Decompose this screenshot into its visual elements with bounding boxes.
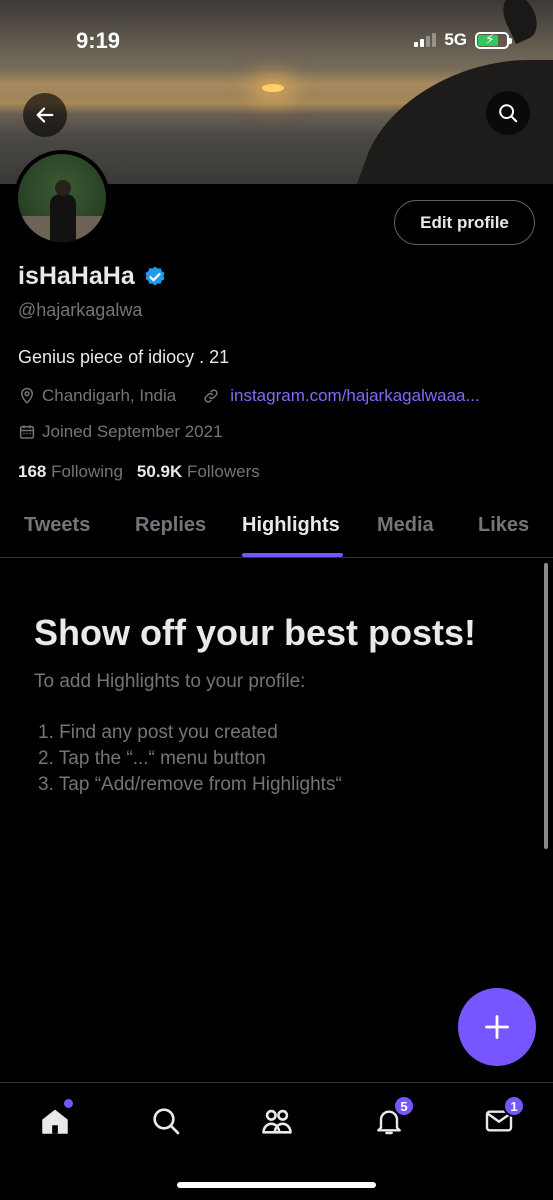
location-text: Chandigarh, India xyxy=(42,386,177,405)
step-item: 3. Tap “Add/remove from Highlights“ xyxy=(38,774,342,795)
arrow-left-icon xyxy=(36,107,54,123)
nav-notifications[interactable]: 5 xyxy=(369,1095,415,1141)
bio: Genius piece of idiocy . 21 xyxy=(18,347,230,367)
joined-text: Joined September 2021 xyxy=(42,422,223,441)
nav-search[interactable] xyxy=(146,1101,186,1141)
nav-messages[interactable]: 1 xyxy=(479,1095,525,1141)
tab-tweets[interactable]: Tweets xyxy=(24,514,90,537)
nav-communities[interactable] xyxy=(257,1101,297,1141)
avatar[interactable] xyxy=(14,150,110,246)
home-icon xyxy=(42,1109,68,1134)
empty-state-title: Show off your best posts! xyxy=(34,612,477,653)
messages-badge: 1 xyxy=(503,1095,525,1117)
display-name: isHaHaHa xyxy=(18,262,135,290)
status-time: 9:19 xyxy=(76,28,121,53)
link-icon xyxy=(204,389,218,403)
signal-icon xyxy=(414,33,437,47)
tab-highlights[interactable]: Highlights xyxy=(242,514,340,537)
following-label: Following xyxy=(51,462,123,481)
meta-row-location: Chandigarh, India instagram.com/hajarkag… xyxy=(18,386,480,406)
banner-sun xyxy=(262,84,284,92)
meta-row-joined: Joined September 2021 xyxy=(18,422,223,442)
followers-count: 50.9K xyxy=(136,462,183,481)
followers-label: Followers xyxy=(187,462,260,481)
calendar-icon xyxy=(19,425,35,439)
tab-media[interactable]: Media xyxy=(377,514,434,537)
plus-icon xyxy=(485,1015,509,1039)
followers-stat[interactable]: 50.9K Followers xyxy=(137,462,260,482)
active-tab-indicator xyxy=(242,553,343,557)
communities-icon xyxy=(262,1109,292,1134)
unread-dot xyxy=(64,1099,73,1108)
empty-state-steps: 1. Find any post you created 2. Tap the … xyxy=(38,720,342,798)
profile-tabs: Tweets Replies Highlights Media Likes xyxy=(0,500,553,558)
notifications-badge: 5 xyxy=(393,1095,415,1117)
website-link[interactable]: instagram.com/hajarkagalwaaa... xyxy=(230,386,479,406)
battery-icon: ⚡ xyxy=(475,31,512,49)
step-item: 1. Find any post you created xyxy=(38,722,278,743)
home-indicator xyxy=(177,1182,376,1188)
name-row: isHaHaHa xyxy=(18,262,167,291)
empty-state-subtitle: To add Highlights to your profile: xyxy=(34,671,306,692)
verified-badge-icon xyxy=(145,266,165,285)
following-stat[interactable]: 168 Following xyxy=(18,462,123,482)
nav-home[interactable] xyxy=(35,1099,75,1141)
step-item: 2. Tap the “...“ menu button xyxy=(38,748,266,769)
network-label: 5G xyxy=(444,30,467,49)
back-button[interactable] xyxy=(23,93,67,137)
tab-replies[interactable]: Replies xyxy=(135,514,206,537)
tab-likes[interactable]: Likes xyxy=(478,514,529,537)
scrollbar[interactable] xyxy=(544,563,548,849)
status-bar-right: 5G ⚡ xyxy=(414,30,512,50)
compose-button[interactable] xyxy=(458,988,536,1066)
following-count: 168 xyxy=(18,462,47,481)
search-button[interactable] xyxy=(486,91,530,135)
search-icon xyxy=(499,104,518,123)
edit-profile-button[interactable]: Edit profile xyxy=(394,200,535,245)
search-icon xyxy=(153,1108,180,1135)
location-pin-icon xyxy=(20,387,34,404)
handle: @hajarkagalwa xyxy=(18,300,143,320)
follow-stats: 168 Following 50.9K Followers xyxy=(18,462,260,482)
